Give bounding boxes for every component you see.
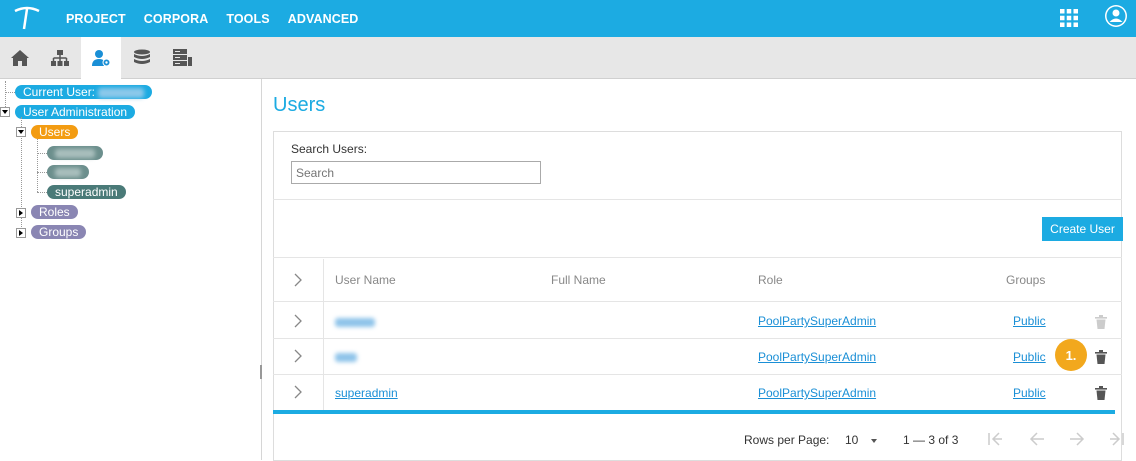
row-expand-chevron-icon[interactable] — [293, 349, 303, 363]
tree-connector — [37, 172, 47, 173]
section-divider — [273, 199, 1122, 200]
home-icon — [11, 49, 29, 66]
search-users-input[interactable] — [291, 161, 541, 184]
rows-per-page-select[interactable]: 10 — [845, 433, 877, 447]
expand-toggle-user-admin[interactable] — [0, 107, 10, 117]
search-users-label: Search Users: — [291, 142, 368, 156]
current-user-name-redacted — [98, 87, 145, 98]
server-tool[interactable] — [162, 37, 202, 78]
user-admin-tool[interactable] — [81, 37, 121, 79]
server-icon — [173, 48, 192, 66]
database-icon — [134, 49, 150, 64]
redacted-username — [55, 149, 95, 159]
tree-connector — [37, 192, 47, 193]
rows-per-page-label: Rows per Page: — [744, 433, 830, 447]
delete-trash-icon[interactable] — [1095, 350, 1107, 364]
tree-node-user-superadmin[interactable]: superadmin — [47, 185, 126, 199]
current-user-label: Current User: — [23, 85, 96, 99]
nav-project[interactable]: PROJECT — [66, 12, 126, 26]
tree-connector — [5, 92, 15, 93]
rows-per-page-value: 10 — [845, 433, 859, 447]
redacted-username — [55, 168, 81, 178]
row-divider — [273, 301, 1122, 302]
user-admin-icon — [92, 50, 111, 67]
row-group-link[interactable]: Public — [1013, 350, 1046, 364]
expand-toggle-users[interactable] — [16, 127, 26, 137]
create-user-button[interactable]: Create User — [1042, 217, 1123, 241]
column-header-groups[interactable]: Groups — [1006, 273, 1045, 287]
last-page-icon[interactable] — [1109, 431, 1125, 447]
nav-tools[interactable]: TOOLS — [226, 12, 269, 26]
row-divider — [273, 374, 1122, 375]
section-divider — [273, 257, 1122, 258]
users-main-panel: Users Search Users: Create User User Nam… — [263, 79, 1136, 461]
row-expand-chevron-icon[interactable] — [293, 385, 303, 399]
column-header-full-name[interactable]: Full Name — [551, 273, 606, 287]
row-role-link[interactable]: PoolPartySuperAdmin — [758, 350, 876, 364]
row-expand-chevron-icon[interactable] — [293, 314, 303, 328]
hierarchy-tool[interactable] — [40, 37, 80, 78]
row-role-link[interactable]: PoolPartySuperAdmin — [758, 314, 876, 328]
home-tool[interactable] — [0, 37, 40, 78]
tree-node-groups[interactable]: Groups — [31, 225, 87, 239]
nav-corpora[interactable]: CORPORA — [144, 12, 209, 26]
expand-toggle-roles[interactable] — [16, 208, 26, 218]
hierarchy-icon — [51, 49, 69, 66]
pagination-range: 1 — 3 of 3 — [903, 433, 959, 447]
database-tool[interactable] — [122, 37, 162, 78]
delete-trash-icon-disabled — [1095, 315, 1107, 329]
first-page-icon[interactable] — [987, 431, 1003, 447]
delete-trash-icon[interactable] — [1095, 386, 1107, 400]
table-scroll-indicator — [273, 410, 1115, 414]
nav-advanced[interactable]: ADVANCED — [288, 12, 359, 26]
previous-page-icon[interactable] — [1029, 431, 1045, 447]
tree-connector — [37, 139, 38, 192]
logo-icon[interactable] — [12, 5, 42, 31]
caret-right-icon — [19, 210, 23, 216]
step-badge: 1. — [1055, 339, 1087, 371]
caret-down-icon — [2, 110, 8, 114]
panel-splitter[interactable] — [260, 365, 262, 379]
row-group-link[interactable]: Public — [1013, 314, 1046, 328]
tree-node-user-administration[interactable]: User Administration — [15, 105, 136, 119]
next-page-icon[interactable] — [1069, 431, 1085, 447]
apps-grid-icon[interactable] — [1060, 9, 1078, 27]
tree-node-roles[interactable]: Roles — [31, 205, 78, 219]
tree-node-users[interactable]: Users — [31, 125, 79, 139]
user-account-icon[interactable] — [1104, 4, 1128, 28]
column-header-role[interactable]: Role — [758, 273, 783, 287]
tree-node-current-user[interactable]: Current User: — [15, 85, 153, 99]
top-bar: PROJECT CORPORA TOOLS ADVANCED — [0, 0, 1136, 37]
tree-node-user-redacted[interactable] — [47, 165, 89, 179]
row-username-redacted[interactable] — [335, 353, 357, 362]
column-separator — [323, 259, 324, 411]
tree-connector — [37, 153, 47, 154]
caret-right-icon — [19, 230, 23, 236]
row-divider — [273, 338, 1122, 339]
expand-all-chevron-icon[interactable] — [293, 273, 303, 287]
column-header-user-name[interactable]: User Name — [335, 273, 396, 287]
page-title: Users — [273, 94, 326, 116]
module-toolbar — [0, 37, 1136, 79]
row-role-link[interactable]: PoolPartySuperAdmin — [758, 386, 876, 400]
row-username-redacted[interactable] — [335, 318, 375, 327]
caret-down-icon — [18, 130, 24, 134]
tree-node-user-redacted[interactable] — [47, 146, 103, 160]
expand-toggle-groups[interactable] — [16, 228, 26, 238]
row-group-link[interactable]: Public — [1013, 386, 1046, 400]
admin-tree-panel: Current User: User Administration Users … — [0, 79, 262, 460]
caret-down-icon — [870, 438, 877, 443]
main-nav: PROJECT CORPORA TOOLS ADVANCED — [66, 0, 376, 37]
row-username-link[interactable]: superadmin — [335, 386, 398, 400]
